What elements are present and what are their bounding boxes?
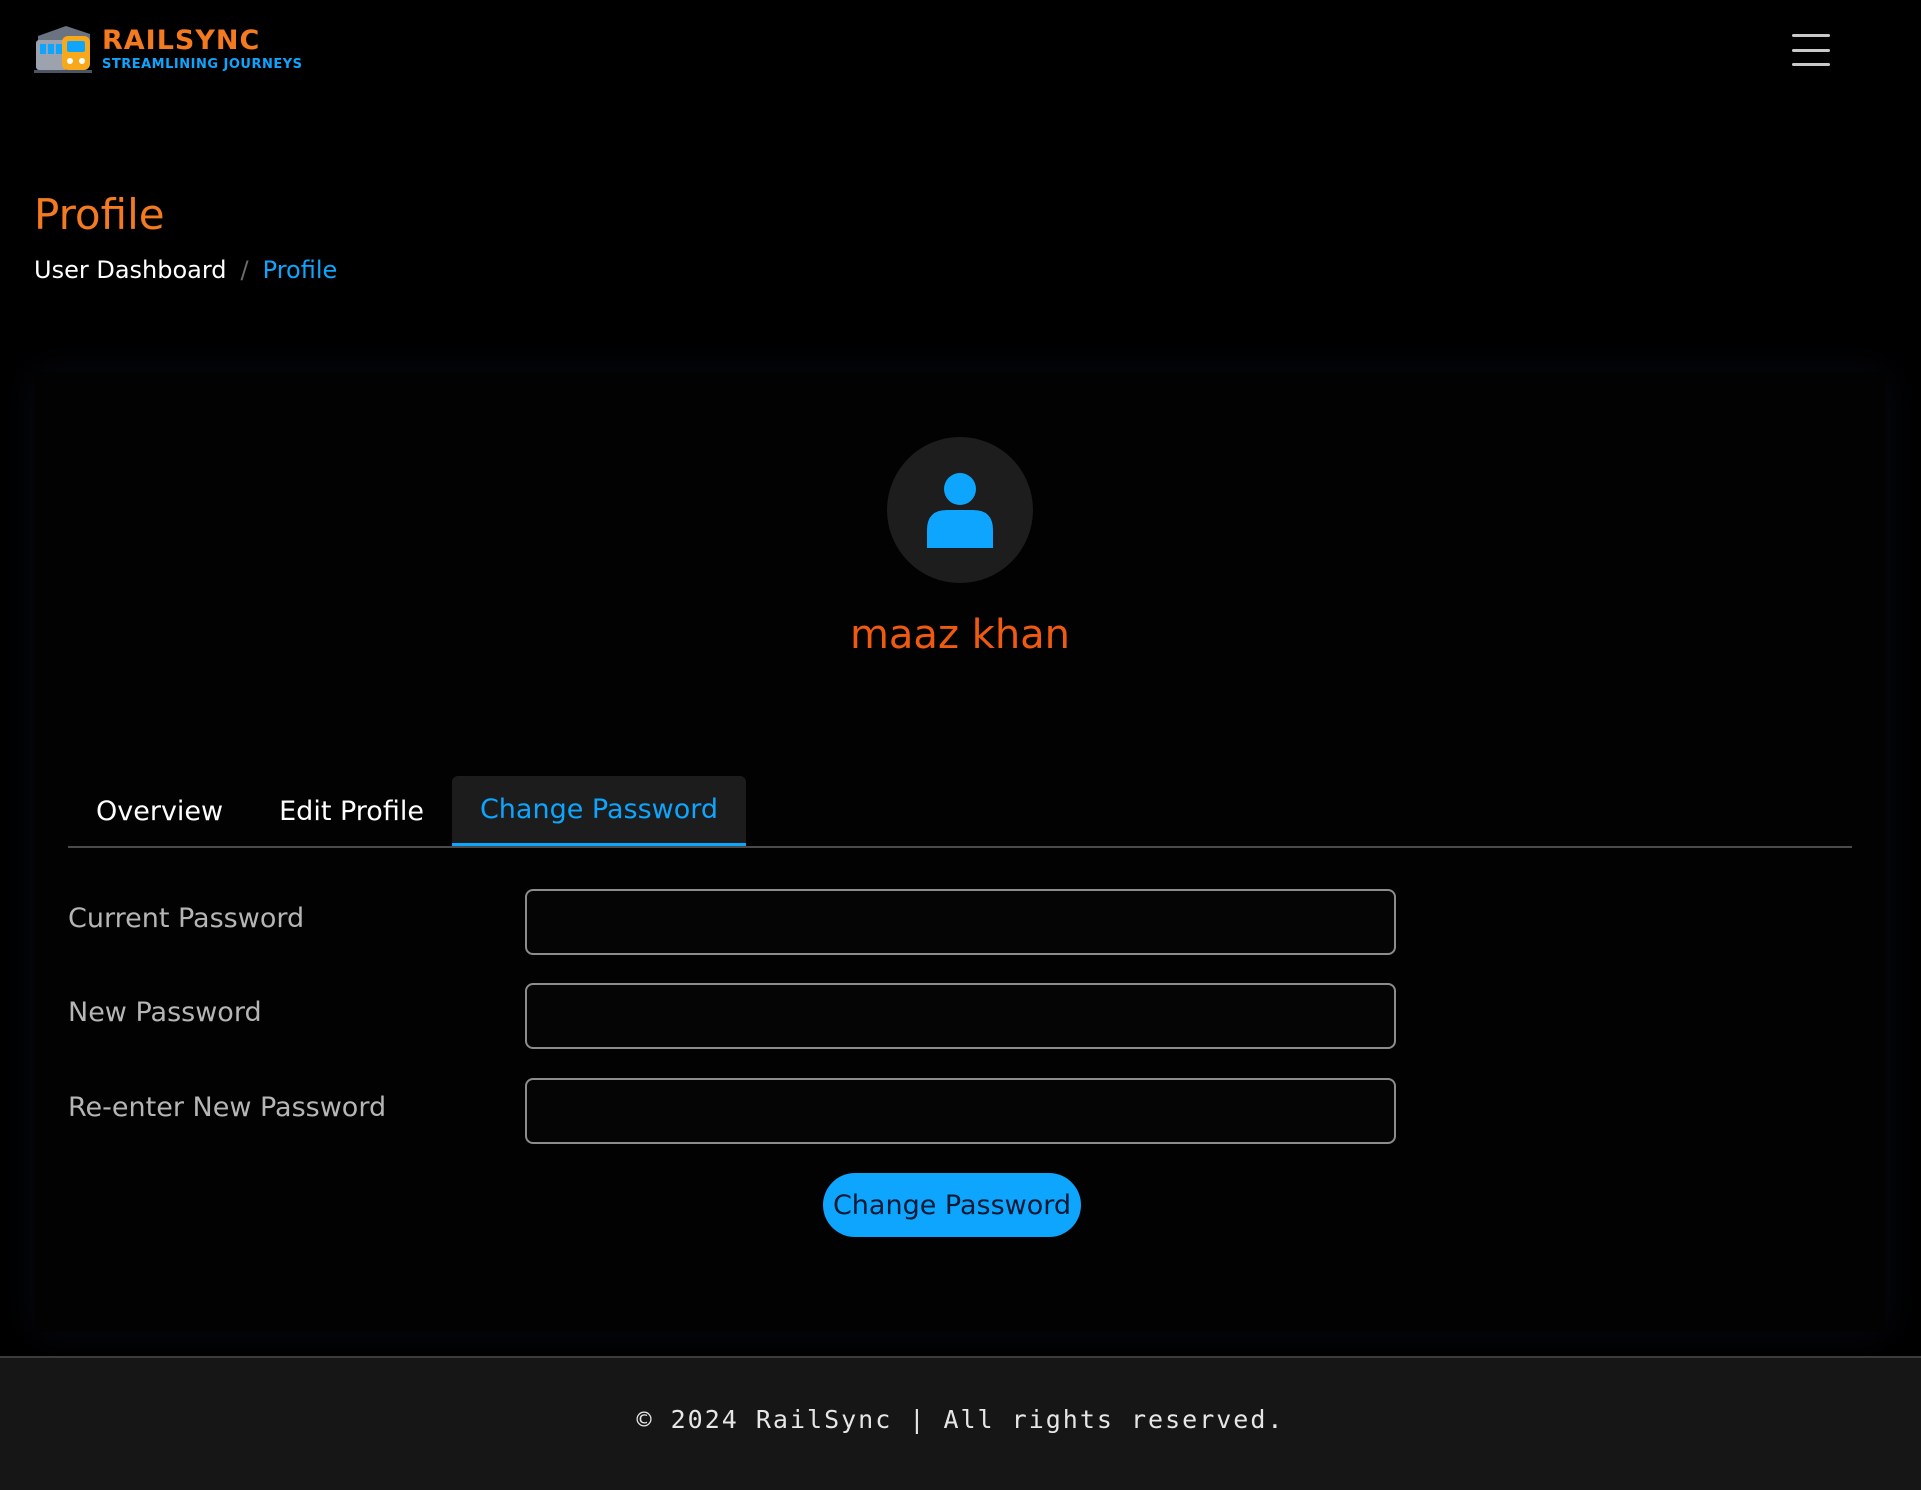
breadcrumb-home-link[interactable]: User Dashboard [34, 256, 227, 284]
brand-logo[interactable]: RAILSYNC STREAMLINING JOURNEYS [32, 22, 303, 76]
current-password-label: Current Password [68, 903, 305, 934]
hamburger-menu-icon[interactable] [1790, 30, 1832, 70]
footer-copyright: © 2024 RailSync | All rights reserved. [636, 1404, 1285, 1434]
breadcrumb: User Dashboard / Profile [34, 256, 337, 284]
confirm-password-row: Re-enter New Password [68, 1078, 1468, 1146]
new-password-row: New Password [68, 983, 1468, 1051]
current-password-input[interactable] [525, 889, 1396, 955]
current-password-row: Current Password [68, 889, 1468, 957]
user-icon [927, 473, 993, 548]
profile-tabs: Overview Edit Profile Change Password [68, 776, 1852, 848]
tab-edit-profile[interactable]: Edit Profile [251, 776, 452, 846]
footer: © 2024 RailSync | All rights reserved. [0, 1356, 1921, 1490]
tab-change-password[interactable]: Change Password [451, 776, 747, 846]
menu-bar [1792, 63, 1830, 66]
page-title: Profile [34, 190, 165, 239]
brand-tagline: STREAMLINING JOURNEYS [102, 57, 303, 72]
avatar [887, 437, 1033, 583]
menu-bar [1792, 48, 1830, 52]
new-password-input[interactable] [525, 983, 1396, 1049]
tab-overview[interactable]: Overview [68, 776, 251, 846]
train-icon [34, 26, 92, 73]
new-password-label: New Password [68, 997, 262, 1028]
brand-name: RAILSYNC [102, 25, 261, 56]
breadcrumb-separator: / [240, 256, 249, 284]
profile-name: maaz khan [849, 612, 1071, 658]
confirm-password-label: Re-enter New Password [68, 1092, 387, 1123]
change-password-button[interactable]: Change Password [823, 1173, 1081, 1237]
top-header: RAILSYNC STREAMLINING JOURNEYS [0, 0, 1921, 110]
profile-card: maaz khan Overview Edit Profile Change P… [34, 372, 1886, 1332]
confirm-password-input[interactable] [525, 1078, 1396, 1144]
menu-bar [1792, 34, 1830, 37]
breadcrumb-current: Profile [262, 256, 338, 284]
